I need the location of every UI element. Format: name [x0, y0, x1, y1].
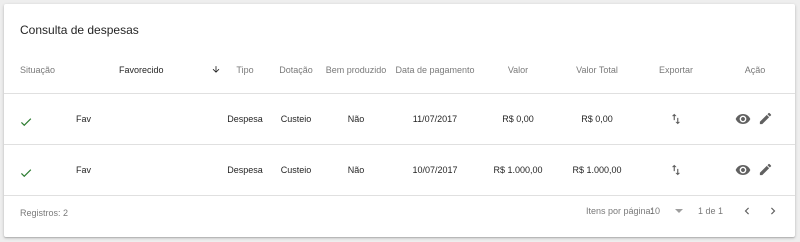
dropdown-arrow-icon — [675, 209, 683, 213]
cell-data-pagamento: 11/07/2017 — [412, 114, 458, 124]
next-page-chevron-icon[interactable] — [766, 204, 780, 218]
cell-dotacao: Custeio — [280, 165, 312, 175]
cell-favorecido: Fav — [76, 114, 92, 124]
cell-valor-total: R$ 0,00 — [581, 114, 613, 124]
cell-valor-total: R$ 1.000,00 — [572, 165, 622, 175]
itens-por-pagina-label: Itens por página: — [586, 206, 654, 216]
column-header-favorecido[interactable]: Favorecido — [119, 65, 164, 75]
check-icon — [20, 169, 32, 178]
sort-arrow-down-icon[interactable] — [211, 64, 221, 75]
cell-data-pagamento: 10/07/2017 — [412, 165, 458, 175]
column-header-bem-produzido[interactable]: Bem produzido — [326, 65, 387, 75]
cell-dotacao: Custeio — [280, 114, 312, 124]
export-swap-icon[interactable] — [669, 163, 683, 177]
column-header-situacao[interactable]: Situação — [20, 65, 55, 75]
column-header-dotacao[interactable]: Dotação — [279, 65, 313, 75]
cell-favorecido: Fav — [76, 165, 92, 175]
cell-valor: R$ 1.000,00 — [493, 165, 543, 175]
registros-count: Registros: 2 — [20, 208, 69, 218]
column-header-data-pagamento[interactable]: Data de pagamento — [395, 65, 474, 75]
cell-valor: R$ 0,00 — [502, 114, 534, 124]
cell-bem-produzido: Não — [347, 114, 365, 124]
check-icon — [20, 118, 32, 127]
edit-pencil-icon[interactable] — [758, 162, 773, 177]
cell-tipo: Despesa — [227, 114, 263, 124]
page-size-value: 10 — [650, 206, 661, 216]
column-header-acao: Ação — [744, 65, 766, 75]
view-eye-icon[interactable] — [735, 162, 751, 178]
row-divider — [4, 144, 795, 145]
header-divider — [4, 93, 795, 94]
previous-page-chevron-icon[interactable] — [740, 204, 754, 218]
column-header-valor[interactable]: Valor — [508, 65, 528, 75]
despesas-card: Consulta de despesas Situação Favorecido… — [4, 4, 795, 237]
cell-tipo: Despesa — [227, 165, 263, 175]
page-title: Consulta de despesas — [20, 23, 139, 37]
pagination-range: 1 de 1 — [698, 206, 724, 216]
footer-divider — [4, 195, 795, 196]
column-header-exportar: Exportar — [658, 65, 694, 75]
view-eye-icon[interactable] — [735, 111, 751, 127]
column-header-valor-total[interactable]: Valor Total — [576, 65, 618, 75]
page-size-select[interactable]: 10 — [647, 203, 687, 219]
export-swap-icon[interactable] — [669, 112, 683, 126]
cell-bem-produzido: Não — [347, 165, 365, 175]
column-header-tipo[interactable]: Tipo — [236, 65, 253, 75]
edit-pencil-icon[interactable] — [758, 111, 773, 126]
